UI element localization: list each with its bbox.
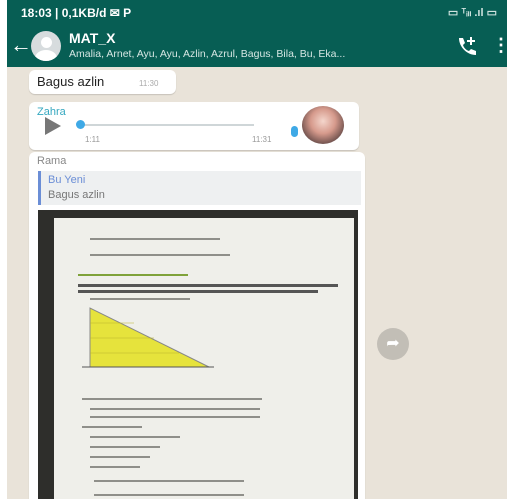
arrow-left-icon[interactable]: ← [10, 34, 32, 56]
chat-header: ← MAT_X Amalia, Arnet, Ayu, Ayu, Azlin, … [7, 27, 507, 67]
group-title[interactable]: MAT_X [69, 30, 115, 46]
status-icons: ▭ ᵀᵢₗₗ .ıl ▭ [447, 7, 497, 19]
sender-name: Rama [37, 155, 67, 167]
chat-screen: 18:03 | 0,1KB/d ✉ P ▭ ᵀᵢₗₗ .ıl ▭ ← MAT_X… [7, 0, 507, 499]
mic-icon [291, 126, 298, 137]
message-time: 11:31 [252, 135, 272, 144]
message-time: 11:30 [139, 79, 159, 88]
group-members[interactable]: Amalia, Arnet, Ayu, Ayu, Azlin, Azrul, B… [69, 48, 439, 60]
message-text: Bagus azlin [37, 74, 105, 89]
document-photo [54, 218, 354, 499]
audio-progress-track[interactable] [79, 124, 254, 126]
image-attachment[interactable] [38, 210, 358, 499]
triangle-diagram [82, 307, 214, 368]
quoted-text: Bagus azlin [48, 189, 105, 201]
play-icon[interactable] [45, 117, 61, 135]
image-message[interactable]: Rama Bu Yeni Bagus azlin [29, 152, 365, 499]
audio-progress-knob[interactable] [76, 120, 85, 129]
message-bubble[interactable]: Bagus azlin 11:30 [29, 70, 176, 94]
voice-message[interactable]: Zahra 1:11 11:31 [29, 102, 359, 150]
group-avatar[interactable] [31, 31, 61, 61]
quoted-sender: Bu Yeni [48, 174, 86, 186]
status-time: 18:03 | 0,1KB/d ✉ P [21, 6, 132, 20]
add-call-icon[interactable] [455, 35, 479, 57]
more-options-icon[interactable]: ⋮ [492, 36, 507, 54]
forward-icon[interactable]: ➦ [377, 328, 409, 360]
status-bar: 18:03 | 0,1KB/d ✉ P ▭ ᵀᵢₗₗ .ıl ▭ [7, 0, 507, 27]
sender-avatar[interactable] [302, 106, 344, 144]
quoted-message[interactable]: Bu Yeni Bagus azlin [38, 171, 361, 205]
voice-duration: 1:11 [85, 135, 100, 144]
